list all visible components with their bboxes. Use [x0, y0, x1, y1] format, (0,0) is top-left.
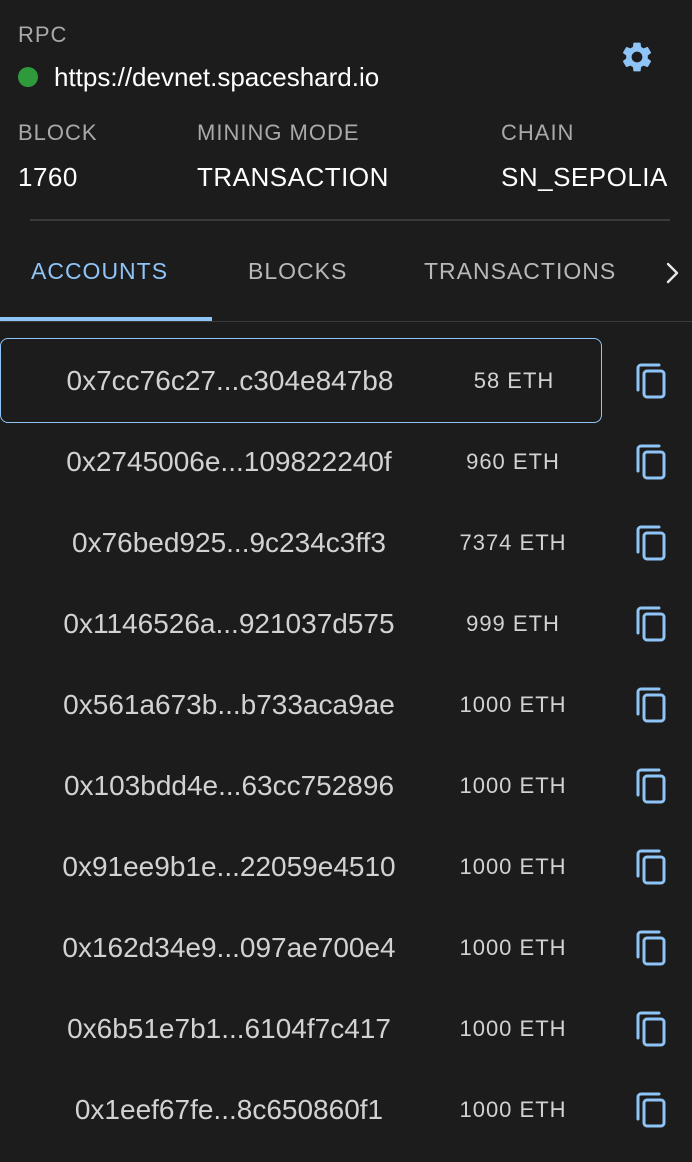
account-item[interactable]: 0x162d34e9...097ae700e4 1000 ETH [0, 905, 602, 990]
account-address: 0x6b51e7b1...6104f7c417 [67, 1012, 391, 1044]
rpc-row: https://devnet.spaceshard.io [18, 60, 379, 94]
account-balance: 960 ETH [466, 448, 560, 474]
block-label: BLOCK [18, 120, 98, 145]
connection-status-dot [18, 67, 38, 87]
account-row: 0x7cc76c27...c304e847b8 58 ETH [0, 338, 692, 423]
account-address: 0x2745006e...109822240f [66, 445, 392, 477]
copy-icon [636, 849, 666, 885]
tabs-scroll-next-button[interactable] [662, 260, 684, 286]
copy-icon [636, 444, 666, 480]
copy-address-button[interactable] [630, 603, 672, 645]
account-row: 0x1146526a...921037d575 999 ETH [0, 581, 692, 662]
account-list: 0x7cc76c27...c304e847b8 58 ETH 0x2745006e.… [0, 338, 692, 1148]
account-address: 0x561a673b...b733aca9ae [63, 688, 395, 720]
chain-value: SN_SEPOLIA [501, 162, 668, 192]
account-row: 0x103bdd4e...63cc752896 1000 ETH [0, 743, 692, 824]
copy-icon [636, 1092, 666, 1128]
account-item[interactable]: 0x561a673b...b733aca9ae 1000 ETH [0, 662, 602, 747]
account-item[interactable]: 0x6b51e7b1...6104f7c417 1000 ETH [0, 986, 602, 1071]
settings-button[interactable] [618, 38, 656, 76]
account-item[interactable]: 0x103bdd4e...63cc752896 1000 ETH [0, 743, 602, 828]
account-item[interactable]: 0x2745006e...109822240f 960 ETH [0, 419, 602, 504]
copy-icon [636, 768, 666, 804]
copy-address-button[interactable] [630, 360, 672, 402]
tab-transactions[interactable]: TRANSACTIONS [424, 258, 616, 285]
copy-address-button[interactable] [630, 1008, 672, 1050]
copy-icon [636, 687, 666, 723]
account-balance: 7374 ETH [459, 529, 567, 555]
account-item[interactable]: 0x1146526a...921037d575 999 ETH [0, 581, 602, 666]
account-address: 0x1146526a...921037d575 [63, 607, 395, 639]
account-row: 0x1eef67fe...8c650860f1 1000 ETH [0, 1067, 692, 1148]
tab-blocks[interactable]: BLOCKS [248, 258, 347, 285]
block-value: 1760 [18, 162, 78, 192]
rpc-label: RPC [18, 22, 68, 47]
copy-icon [636, 1011, 666, 1047]
mining-mode-stat: MINING MODE TRANSACTION [197, 120, 389, 193]
copy-address-button[interactable] [630, 522, 672, 564]
tab-bar: ACCOUNTS BLOCKS TRANSACTIONS [0, 222, 692, 322]
chain-label: CHAIN [501, 120, 575, 145]
account-address: 0x162d34e9...097ae700e4 [62, 931, 396, 963]
account-address: 0x76bed925...9c234c3ff3 [72, 526, 386, 558]
mining-mode-value: TRANSACTION [197, 162, 389, 192]
header-divider [30, 219, 670, 221]
copy-address-button[interactable] [630, 441, 672, 483]
account-item[interactable]: 0x76bed925...9c234c3ff3 7374 ETH [0, 500, 602, 585]
copy-address-button[interactable] [630, 927, 672, 969]
rpc-url: https://devnet.spaceshard.io [54, 61, 380, 92]
account-address: 0x103bdd4e...63cc752896 [63, 769, 395, 801]
account-address: 0x7cc76c27...c304e847b8 [66, 364, 394, 396]
account-item[interactable]: 0x7cc76c27...c304e847b8 58 ETH [0, 338, 602, 423]
account-item[interactable]: 0x91ee9b1e...22059e4510 1000 ETH [0, 824, 602, 909]
account-row: 0x91ee9b1e...22059e4510 1000 ETH [0, 824, 692, 905]
chevron-right-icon [666, 262, 679, 284]
account-balance: 1000 ETH [459, 1015, 567, 1041]
copy-icon [636, 363, 666, 399]
copy-address-button[interactable] [630, 765, 672, 807]
copy-icon [636, 525, 666, 561]
app-root: RPC https://devnet.spaceshard.io BLOCK 1… [0, 0, 692, 1162]
account-row: 0x2745006e...109822240f 960 ETH [0, 419, 692, 500]
account-balance: 58 ETH [473, 367, 555, 393]
copy-address-button[interactable] [630, 684, 672, 726]
copy-address-button[interactable] [630, 846, 672, 888]
copy-address-button[interactable] [630, 1089, 672, 1131]
account-balance: 1000 ETH [459, 853, 567, 879]
account-row: 0x76bed925...9c234c3ff3 7374 ETH [0, 500, 692, 581]
mining-mode-label: MINING MODE [197, 120, 360, 145]
account-balance: 1000 ETH [459, 772, 567, 798]
chain-stat: CHAIN SN_SEPOLIA [501, 120, 668, 193]
account-row: 0x162d34e9...097ae700e4 1000 ETH [0, 905, 692, 986]
account-item[interactable]: 0x1eef67fe...8c650860f1 1000 ETH [0, 1067, 602, 1152]
copy-icon [636, 930, 666, 966]
block-stat: BLOCK 1760 [18, 120, 98, 193]
copy-icon [636, 606, 666, 642]
account-row: 0x561a673b...b733aca9ae 1000 ETH [0, 662, 692, 743]
tab-accounts[interactable]: ACCOUNTS [31, 258, 168, 285]
account-address: 0x91ee9b1e...22059e4510 [62, 850, 396, 882]
account-balance: 1000 ETH [459, 934, 567, 960]
account-balance: 1000 ETH [459, 1096, 567, 1122]
account-balance: 1000 ETH [459, 691, 567, 717]
active-tab-indicator [0, 317, 212, 321]
account-address: 0x1eef67fe...8c650860f1 [74, 1093, 384, 1125]
account-balance: 999 ETH [466, 610, 560, 636]
gear-icon [622, 42, 652, 72]
account-row: 0x6b51e7b1...6104f7c417 1000 ETH [0, 986, 692, 1067]
